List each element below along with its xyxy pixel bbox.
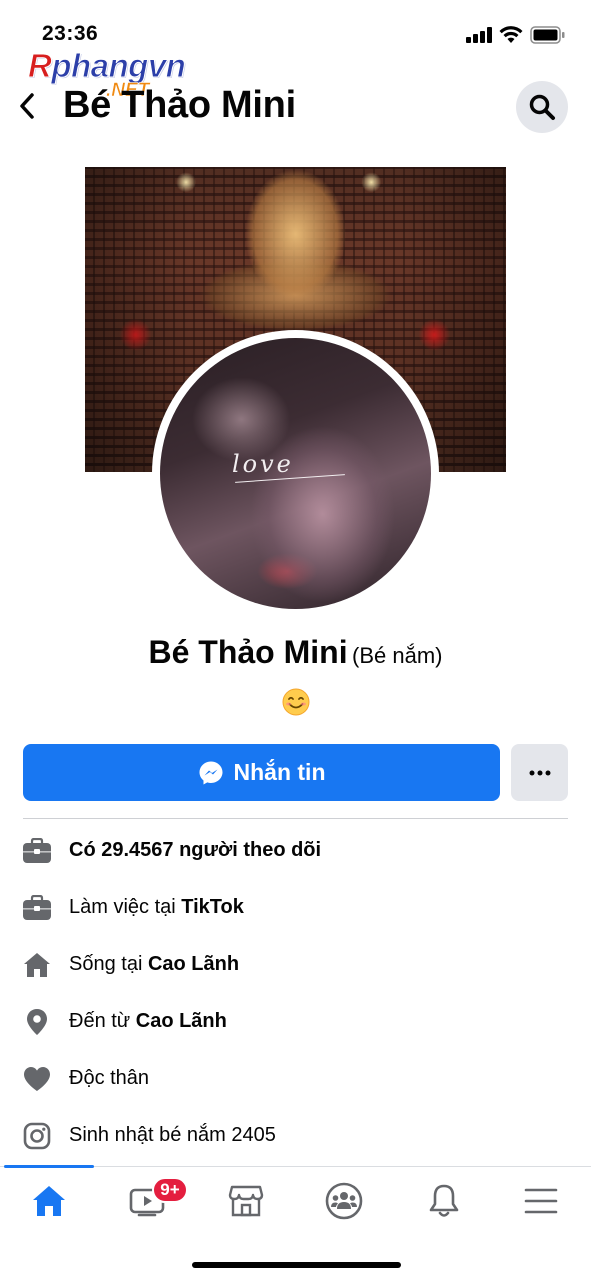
page-title: Bé Thảo Mini xyxy=(63,84,296,126)
detail-current-city-name[interactable]: Cao Lãnh xyxy=(148,953,239,975)
groups-icon xyxy=(325,1182,363,1220)
message-button-label: Nhắn tin xyxy=(233,759,326,785)
cellular-signal-icon xyxy=(466,27,492,43)
profile-nickname: (Bé nắm) xyxy=(352,643,443,668)
nav-groups[interactable] xyxy=(319,1181,369,1221)
battery-icon xyxy=(530,26,566,44)
location-pin-icon xyxy=(22,1008,52,1036)
heart-icon xyxy=(22,1065,52,1093)
detail-instagram: Sinh nhật bé nắm 2405 xyxy=(0,1111,591,1161)
home-icon xyxy=(33,1186,65,1216)
nav-notifications[interactable] xyxy=(419,1181,469,1221)
nav-menu[interactable] xyxy=(516,1181,566,1221)
search-icon xyxy=(529,94,555,120)
detail-followers: Có 29.4567 người theo dõi xyxy=(0,826,591,876)
detail-hometown-prefix: Đến từ xyxy=(69,1010,136,1032)
briefcase-icon xyxy=(22,837,52,865)
detail-work-prefix: Làm việc tại xyxy=(69,896,182,918)
detail-relationship-status: Độc thân xyxy=(69,1067,150,1089)
chevron-left-icon xyxy=(20,93,34,119)
more-dots-icon xyxy=(529,770,550,775)
detail-followers-count: 29.4567 người theo dõi xyxy=(101,839,322,861)
wifi-icon xyxy=(499,24,523,44)
profile-picture[interactable]: love xyxy=(152,330,439,617)
detail-current-city: Sống tại Cao Lãnh xyxy=(0,940,591,990)
marketplace-icon xyxy=(228,1185,264,1217)
profile-picture-caption: love xyxy=(232,450,294,478)
detail-work: Làm việc tại TikTok xyxy=(0,883,591,933)
more-options-button[interactable] xyxy=(511,744,568,801)
detail-hometown: Đến từ Cao Lãnh xyxy=(0,997,591,1047)
profile-picture-image: love xyxy=(160,338,431,609)
detail-relationship: Độc thân xyxy=(0,1054,591,1104)
profile-bio xyxy=(0,688,591,721)
notifications-bell-icon xyxy=(429,1184,459,1217)
instagram-icon xyxy=(22,1122,52,1150)
home-icon xyxy=(22,951,52,979)
watch-notification-badge: 9+ xyxy=(152,1177,188,1203)
profile-header: Bé Thảo Mini xyxy=(0,78,591,138)
status-bar: 23:36 xyxy=(0,0,591,50)
detail-followers-prefix: Có xyxy=(69,839,102,861)
profile-name-row: Bé Thảo Mini (Bé nắm) xyxy=(0,634,591,671)
nav-marketplace[interactable] xyxy=(221,1181,271,1221)
messenger-icon xyxy=(199,761,222,784)
detail-instagram-handle[interactable]: Sinh nhật bé nắm 2405 xyxy=(69,1124,276,1147)
section-divider xyxy=(23,818,568,819)
nav-active-indicator xyxy=(4,1165,94,1168)
smiling-face-icon xyxy=(282,688,309,716)
status-time: 23:36 xyxy=(42,22,99,45)
search-button[interactable] xyxy=(516,81,568,133)
message-button[interactable]: Nhắn tin xyxy=(23,744,500,801)
briefcase-icon xyxy=(22,894,52,922)
back-button[interactable] xyxy=(10,86,44,126)
nav-home[interactable] xyxy=(24,1181,74,1221)
detail-current-city-prefix: Sống tại xyxy=(69,953,148,975)
menu-icon xyxy=(524,1188,558,1214)
detail-work-company[interactable]: TikTok xyxy=(181,896,244,918)
profile-name: Bé Thảo Mini xyxy=(148,634,348,670)
home-indicator xyxy=(192,1262,401,1268)
detail-hometown-name[interactable]: Cao Lãnh xyxy=(136,1010,227,1032)
